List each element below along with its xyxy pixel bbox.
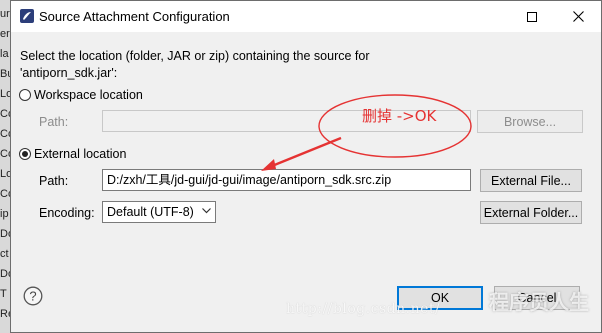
close-button[interactable] (555, 1, 601, 32)
external-location-radio[interactable]: External location (19, 147, 126, 161)
window-title: Source Attachment Configuration (39, 9, 230, 24)
encoding-value: Default (UTF-8) (107, 205, 194, 219)
title-bar[interactable]: Source Attachment Configuration (11, 1, 601, 32)
eclipse-icon (20, 9, 34, 23)
watermark-url: http://blog.csdn.net/ (286, 301, 441, 317)
radio-checked-icon[interactable] (19, 148, 31, 160)
maximize-button[interactable] (509, 1, 555, 32)
watermark-brand: 程序员人生 (489, 290, 589, 314)
workspace-browse-button[interactable]: Browse... (477, 110, 583, 133)
svg-text:?: ? (29, 289, 36, 304)
close-icon (572, 11, 584, 22)
external-location-label: External location (34, 147, 127, 161)
external-path-label: Path: (39, 174, 69, 188)
encoding-label: Encoding: (39, 206, 95, 220)
external-folder-button[interactable]: External Folder... (480, 201, 582, 224)
source-attachment-dialog: Source Attachment Configuration Select t… (10, 0, 602, 333)
description-line-1: Select the location (folder, JAR or zip)… (20, 49, 370, 63)
annotation-arrow-line (266, 136, 342, 170)
encoding-select[interactable]: Default (UTF-8) (102, 201, 216, 223)
workspace-location-label: Workspace location (34, 88, 143, 102)
help-icon[interactable]: ? (23, 286, 43, 306)
description: Select the location (folder, JAR or zip)… (20, 48, 370, 82)
workspace-location-radio[interactable]: Workspace location (19, 88, 143, 102)
external-file-button[interactable]: External File... (480, 169, 582, 192)
chevron-down-icon (202, 208, 211, 214)
maximize-icon (527, 11, 537, 22)
workspace-path-label: Path: (39, 115, 69, 129)
external-path-field[interactable]: D:/zxh/工具/jd-gui/jd-gui/image/antiporn_s… (102, 169, 471, 191)
radio-unchecked-icon[interactable] (19, 89, 31, 101)
annotation-text: 删掉 ->OK (362, 107, 437, 125)
description-line-2: 'antiporn_sdk.jar': (20, 66, 118, 80)
